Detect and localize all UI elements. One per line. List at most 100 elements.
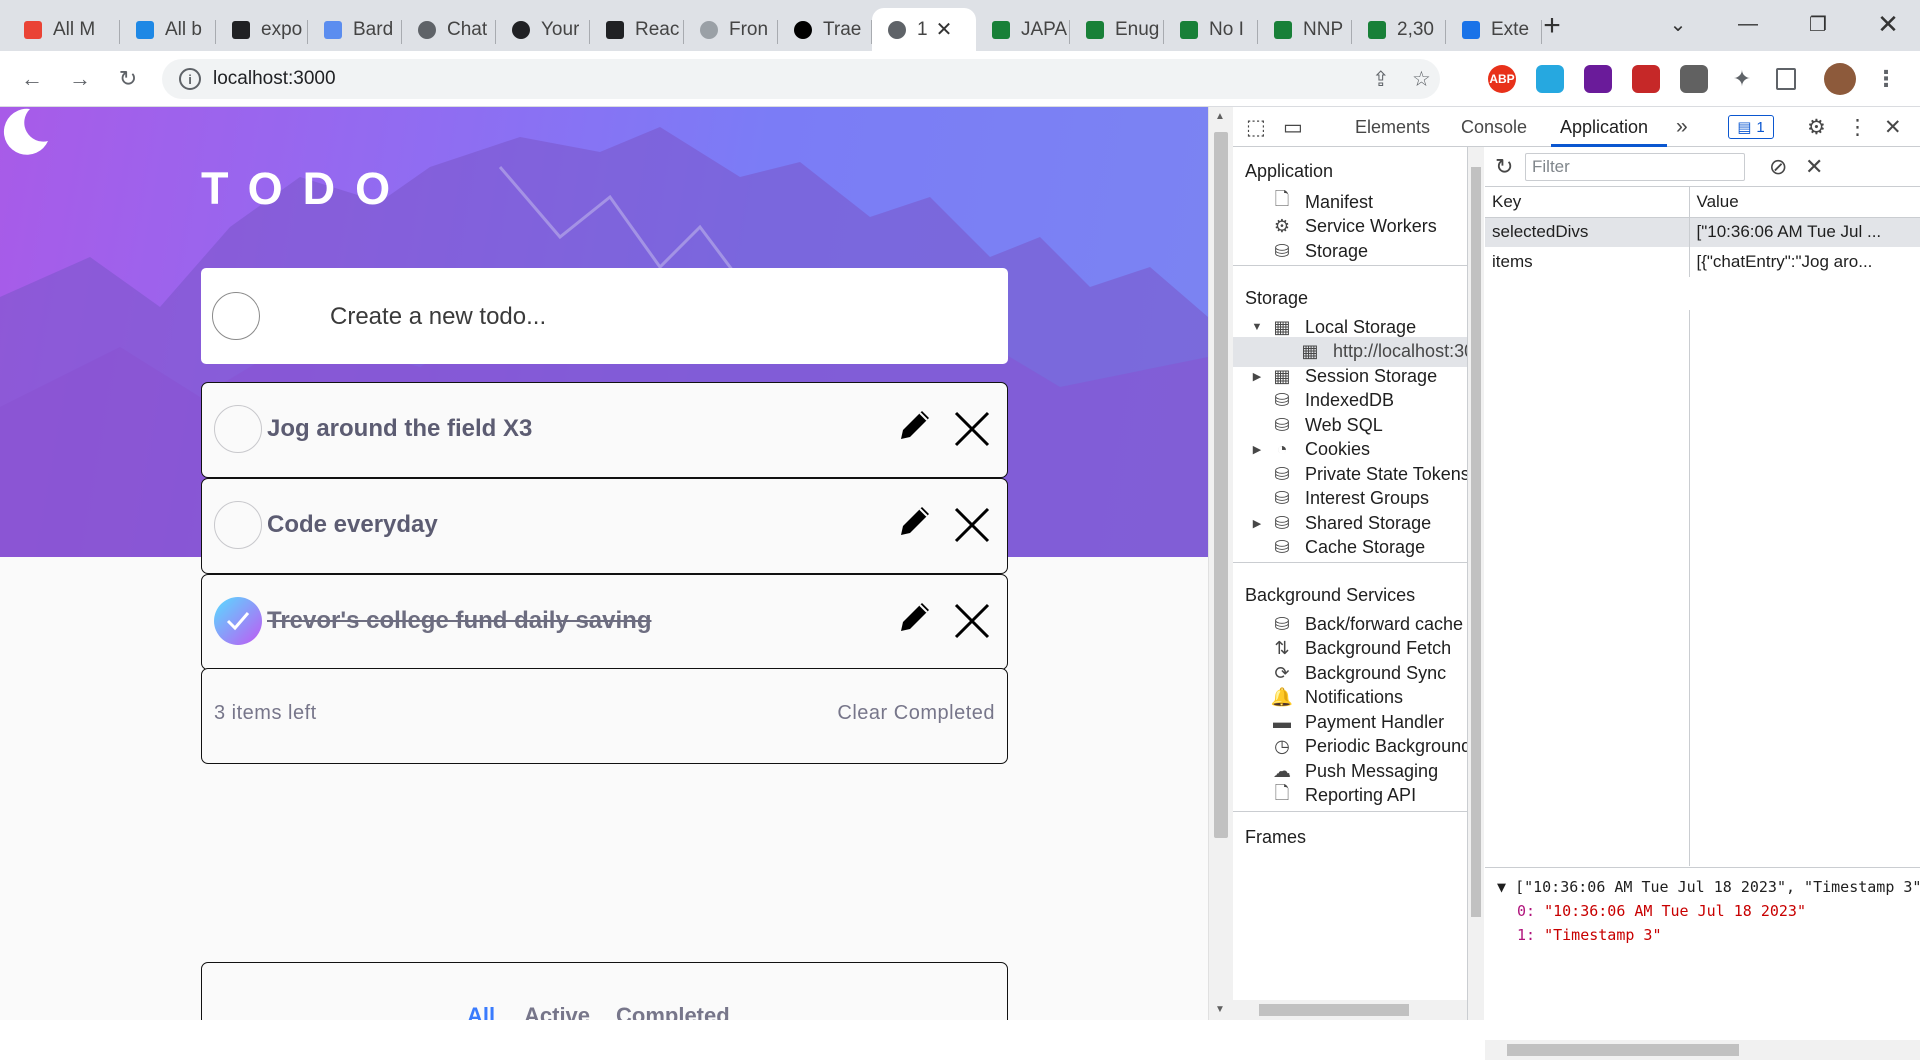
forward-icon[interactable]: → [64,63,96,95]
moon-icon[interactable] [0,107,50,157]
edit-pencil-icon[interactable] [895,501,935,541]
reload-icon[interactable]: ↻ [112,63,144,95]
address-text[interactable]: localhost:3000 [213,68,336,90]
browser-tab[interactable]: All b [120,8,216,51]
expand-arrow-icon[interactable]: ▶ [1249,517,1265,530]
extensions-puzzle-icon[interactable]: ✦ [1728,65,1756,93]
column-header-key[interactable]: Key [1485,187,1690,218]
inspect-element-icon[interactable]: ⬚ [1246,115,1266,140]
edit-pencil-icon[interactable] [895,597,935,637]
sidebar-item[interactable]: ⛁ Cache Storage [1233,533,1467,563]
more-tabs-icon[interactable]: » [1676,115,1688,139]
expand-arrow-icon[interactable]: ▼ [1249,321,1265,333]
filter-input[interactable] [1525,153,1745,181]
new-todo-checkbox[interactable] [212,292,260,340]
browser-tab[interactable]: Your [496,8,590,51]
todo-text[interactable]: Trevor's college fund daily saving [267,607,652,635]
tab-search-icon[interactable]: ⌄ [1650,4,1706,44]
settings-gear-icon[interactable]: ⚙ [1807,115,1826,140]
browser-tab[interactable]: 2,30 [1352,8,1446,51]
expand-arrow-icon[interactable]: ▶ [1249,370,1265,383]
sidebar-section-header[interactable]: Frames [1245,827,1306,848]
browser-tab[interactable]: 1 ✕ [872,8,976,51]
sidebar-section-header[interactable]: Background Services [1245,585,1415,606]
todo-item[interactable]: Trevor's college fund daily saving [201,574,1008,670]
bookmark-star-icon[interactable]: ☆ [1412,67,1431,92]
browser-tab[interactable]: NNP [1258,8,1352,51]
menu-kebab-icon[interactable]: ⋮ [1872,65,1900,93]
expand-triangle-icon[interactable]: ▼ [1497,878,1515,896]
storage-value[interactable]: [{"chatEntry":"Jog aro... [1689,247,1920,277]
delete-x-icon[interactable] [952,409,992,449]
todo-checkbox[interactable] [214,501,262,549]
page-scrollbar[interactable]: ▲ ▼ [1208,107,1233,1020]
device-toolbar-icon[interactable]: ▭ [1283,115,1303,140]
storage-key[interactable]: items [1485,247,1690,277]
filter-all[interactable]: All [467,1003,495,1020]
scroll-down-arrow-icon[interactable]: ▼ [1215,1004,1225,1015]
todo-text[interactable]: Code everyday [267,511,438,539]
close-devtools-icon[interactable]: ✕ [1884,115,1902,140]
browser-tab[interactable]: Bard [308,8,402,51]
todo-item[interactable]: Code everyday [201,478,1008,574]
bug-icon[interactable] [1632,65,1660,93]
tab-elements[interactable]: Elements [1355,117,1430,138]
sidebar-item[interactable]: ⛁ Storage [1233,236,1467,266]
edit-pencil-icon[interactable] [895,405,935,445]
feather-icon[interactable] [1680,65,1708,93]
browser-tab[interactable]: Trae [778,8,872,51]
profile-avatar[interactable] [1824,63,1856,95]
tab-console[interactable]: Console [1461,117,1527,138]
address-bar[interactable]: i localhost:3000 ⇪ ☆ [162,59,1440,99]
browser-tab[interactable]: Enug [1070,8,1164,51]
delete-x-icon[interactable] [952,601,992,641]
devtools-menu-icon[interactable]: ⋮ [1847,115,1868,140]
browser-tab[interactable]: Exte [1446,8,1542,51]
browser-tab[interactable]: Chat [402,8,496,51]
clear-completed-button[interactable]: Clear Completed [837,702,995,725]
site-info-icon[interactable]: i [179,68,201,90]
storage-row[interactable]: selectedDivs ["10:36:06 AM Tue Jul ... [1485,217,1920,247]
screen-share-icon[interactable] [1536,65,1564,93]
browser-tab[interactable]: No I [1164,8,1258,51]
clear-all-icon[interactable]: ⊘ [1769,154,1787,180]
filter-completed[interactable]: Completed [616,1003,730,1020]
delete-x-icon[interactable] [952,505,992,545]
storage-key[interactable]: selectedDivs [1485,217,1690,247]
expand-arrow-icon[interactable]: ▶ [1249,443,1265,456]
sidebar-hscroll-thumb[interactable] [1259,1004,1409,1016]
side-panel-icon[interactable] [1776,68,1796,90]
share-icon[interactable]: ⇪ [1372,67,1390,92]
tab-application[interactable]: Application [1560,117,1648,138]
browser-tab[interactable]: expo [216,8,308,51]
browser-tab[interactable]: All M [8,8,120,51]
sidebar-scrollbar[interactable] [1468,147,1484,1020]
table-hscrollbar[interactable] [1485,1040,1920,1060]
delete-selected-icon[interactable]: ✕ [1805,154,1823,180]
minimize-button[interactable]: — [1720,4,1776,44]
todo-text[interactable]: Jog around the field X3 [267,415,532,443]
sidebar-item[interactable]: 🗋 Reporting API [1233,781,1467,811]
adblock-icon[interactable]: ABP [1488,65,1516,93]
restore-button[interactable]: ❐ [1790,4,1846,44]
new-todo-input[interactable]: Create a new todo... [201,268,1008,364]
sidebar-scroll-thumb[interactable] [1471,167,1481,917]
color-wheel-icon[interactable] [1584,65,1612,93]
close-window-button[interactable]: ✕ [1860,4,1916,44]
browser-tab[interactable]: JAPA [976,8,1070,51]
sidebar-section-header[interactable]: Storage [1245,288,1308,309]
sidebar-hscrollbar[interactable] [1233,1000,1467,1020]
browser-tab[interactable]: Reac [590,8,684,51]
scroll-up-arrow-icon[interactable]: ▲ [1215,111,1225,122]
storage-row[interactable]: items [{"chatEntry":"Jog aro... [1485,247,1920,277]
table-hscroll-thumb[interactable] [1507,1044,1739,1056]
storage-value[interactable]: ["10:36:06 AM Tue Jul ... [1689,217,1920,247]
close-tab-icon[interactable]: ✕ [936,17,953,42]
todo-checkbox[interactable] [214,597,262,645]
filter-active[interactable]: Active [524,1003,590,1020]
page-scroll-thumb[interactable] [1214,132,1228,838]
preview-summary[interactable]: ▼ ["10:36:06 AM Tue Jul 18 2023", "Times… [1485,875,1920,899]
issues-badge[interactable]: ▤ 1 [1728,115,1774,139]
browser-tab[interactable]: Fron [684,8,778,51]
refresh-icon[interactable]: ↻ [1495,154,1513,180]
